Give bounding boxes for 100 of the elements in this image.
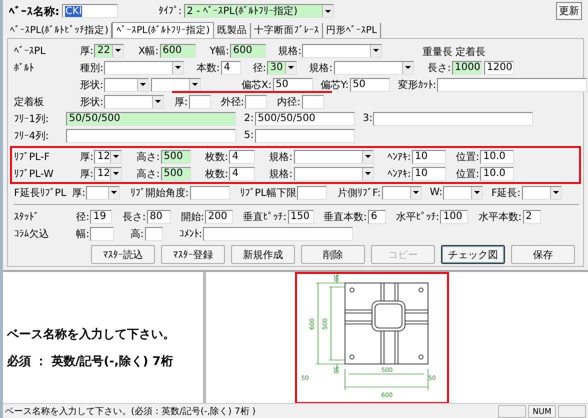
dropdown[interactable]: 12 [94, 150, 122, 164]
action-button[interactable]: 新規作成 [231, 245, 295, 264]
text-field[interactable] [188, 94, 211, 108]
text-field[interactable]: 600 [160, 44, 196, 58]
field-label: ﾍﾝｱｷ: [388, 168, 411, 180]
field-label: Y幅: [210, 44, 230, 58]
text-field[interactable]: 50 [272, 78, 313, 92]
text-field[interactable] [66, 128, 236, 142]
dropdown[interactable] [151, 78, 202, 92]
dropdown[interactable] [334, 60, 414, 74]
text-field[interactable]: 200 [205, 210, 234, 224]
tab[interactable]: 既製品 [214, 23, 251, 38]
dropdown[interactable] [522, 186, 562, 200]
row-label: ﾌﾘｰ1列: [14, 112, 50, 126]
text-field[interactable]: 19 [90, 210, 112, 224]
text-field[interactable] [254, 128, 355, 142]
row-label: ﾎﾞﾙﾄ [14, 62, 35, 74]
base-name-field[interactable]: CKI [62, 4, 118, 18]
dropdown[interactable] [302, 44, 382, 58]
action-button[interactable]: 保存 [511, 245, 575, 264]
update-button[interactable]: 更新 [556, 2, 582, 20]
action-button[interactable]: チェック図 [441, 245, 505, 264]
text-field[interactable]: 10.0 [480, 166, 514, 180]
text-field[interactable]: 1000 [452, 60, 482, 74]
text-field[interactable] [90, 226, 114, 240]
text-field[interactable]: 4 [220, 60, 241, 74]
text-field[interactable]: 10 [412, 150, 446, 164]
text-field[interactable]: 6 [368, 210, 386, 224]
text-field[interactable]: 500 [160, 150, 191, 164]
field-label: 規格: [269, 168, 292, 180]
text-field[interactable]: 150 [288, 210, 314, 224]
text-field[interactable]: 600 [230, 44, 266, 58]
text-field[interactable] [245, 94, 268, 108]
text-field[interactable]: 80 [146, 210, 171, 224]
text-field[interactable]: 50/50/500 [66, 112, 236, 126]
status-text: ベース名称を入力して下さい。(必須：英数/記号(-,除く) 7桁 ) [4, 406, 257, 418]
field-label: 内径: [277, 96, 300, 108]
dropdown[interactable] [443, 186, 484, 200]
text-field[interactable] [437, 78, 588, 92]
field-label: 厚: [80, 44, 94, 58]
field-label: 長さ: [428, 62, 451, 74]
text-field[interactable]: 2 [522, 210, 541, 224]
field-label: 厚: [174, 96, 188, 108]
text-field[interactable] [302, 94, 324, 108]
action-button[interactable]: ﾏｽﾀｰ登録 [161, 245, 225, 264]
field-label: 垂直本数: [324, 210, 367, 224]
field-label: 本数: [196, 62, 220, 74]
tab[interactable]: 円形ﾍﾞｰｽPL [322, 23, 381, 38]
text-field[interactable]: 500 [160, 166, 191, 180]
base-name-label: ﾍﾞｰｽ名称: [9, 4, 60, 18]
dropdown[interactable]: 12 [94, 166, 122, 180]
field-label: 開始: [180, 210, 204, 224]
field-label: X幅: [138, 44, 159, 58]
field-label: 水平本数: [478, 210, 522, 224]
dropdown[interactable] [86, 186, 120, 200]
text-field[interactable]: 4 [229, 166, 256, 180]
text-field[interactable] [190, 186, 230, 200]
tab[interactable]: ﾍﾞｰｽPL(ﾎﾞﾙﾄﾌﾘｰ指定) [112, 22, 214, 38]
status-pane [558, 404, 586, 418]
field-label: F延長: [491, 186, 521, 200]
text-field[interactable] [144, 226, 163, 240]
field-label: 水平ﾋﾟｯﾁ: [396, 210, 440, 224]
text-field[interactable]: 10 [412, 166, 446, 180]
dropdown[interactable] [104, 94, 164, 108]
field-label: 規格: [269, 150, 292, 164]
dropdown[interactable]: 30 [267, 60, 298, 74]
dropdown[interactable] [382, 186, 422, 200]
tab[interactable]: 十字断面ﾌﾞﾚｰｽ [250, 23, 323, 38]
text-field[interactable] [203, 226, 354, 240]
field-label: 径: [76, 210, 90, 224]
field-label: 偏芯Y: [320, 78, 349, 92]
field-label: 厚: [80, 168, 94, 180]
field-label: 長さ: [122, 210, 146, 224]
text-field[interactable]: 500/50/500 [254, 112, 355, 126]
text-field[interactable]: 100 [440, 210, 468, 224]
field-label: 枚数: [204, 168, 228, 180]
dropdown[interactable] [294, 166, 374, 180]
text-field[interactable]: 10.0 [480, 150, 514, 164]
dropdown[interactable] [104, 60, 184, 74]
field-label: ﾘﾌﾞ開始角度: [130, 186, 189, 200]
text-field[interactable]: 1200 [484, 60, 514, 74]
dropdown[interactable] [294, 150, 374, 164]
text-field[interactable]: 4 [229, 150, 256, 164]
dropdown[interactable] [104, 78, 150, 92]
field-label: 2: [244, 113, 254, 124]
status-pane [498, 404, 526, 418]
text-field[interactable] [297, 186, 328, 200]
dropdown[interactable]: 22 [94, 44, 124, 58]
type-dropdown[interactable]: 2 - ﾍﾞｰｽPL(ﾎﾞﾙﾄﾌﾘｰ指定) [184, 4, 334, 18]
num-lock-indicator: NUM [528, 404, 556, 418]
row-label: ﾘﾌﾞPL-F [14, 150, 51, 162]
field-label: 形状: [80, 78, 104, 92]
text-field[interactable] [373, 112, 534, 126]
action-button[interactable]: 削除 [301, 245, 365, 264]
row-label: ｺﾗﾑ欠込 [14, 228, 50, 240]
text-field[interactable]: 50 [350, 78, 390, 92]
column-caption: 重量長 定着長 [422, 46, 486, 59]
action-button[interactable]: ﾏｽﾀｰ読込 [91, 245, 155, 264]
field-label: ﾍﾝｱｷ: [388, 150, 411, 162]
row-label: 定着板 [14, 96, 45, 108]
